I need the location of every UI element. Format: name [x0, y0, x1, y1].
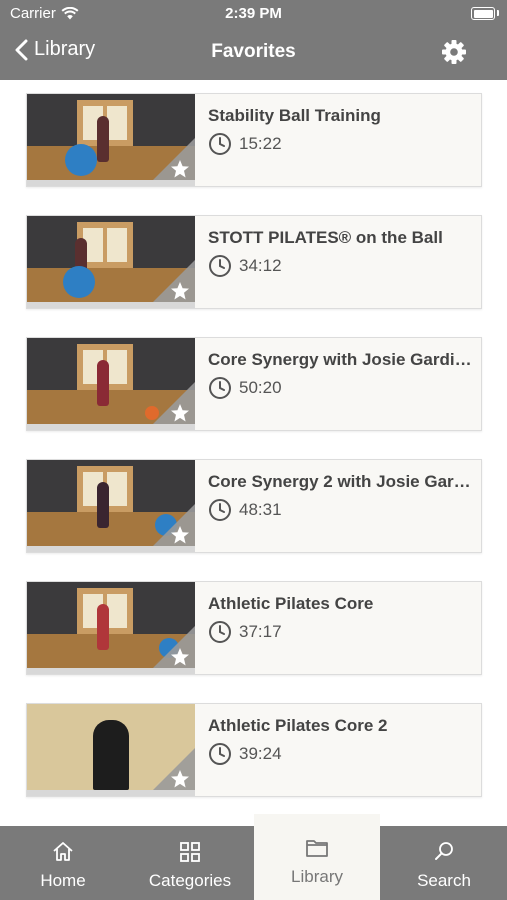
duration-label: 15:22	[239, 134, 282, 153]
video-title: Stability Ball Training	[208, 106, 381, 125]
star-icon[interactable]	[170, 525, 190, 545]
video-item[interactable]: Stability Ball Training 15:22	[26, 93, 482, 187]
duration-label: 34:12	[239, 256, 282, 275]
video-thumbnail	[27, 216, 195, 308]
tab-bar: Home Categories Library Search	[0, 814, 507, 900]
tab-label: Library	[291, 867, 343, 886]
duration-label: 39:24	[239, 744, 282, 763]
status-bar: Carrier 2:39 PM	[0, 0, 507, 26]
star-icon[interactable]	[170, 281, 190, 301]
video-duration: 34:12	[208, 254, 282, 278]
video-thumbnail	[27, 460, 195, 552]
tab-label: Search	[417, 871, 471, 890]
video-title: Core Synergy 2 with Josie Gardiner	[208, 472, 473, 491]
folder-icon	[306, 840, 328, 857]
video-title: STOTT PILATES® on the Ball	[208, 228, 443, 247]
video-title: Athletic Pilates Core	[208, 594, 374, 613]
navigation-bar: Library Favorites	[0, 26, 507, 80]
favorites-list: Stability Ball Training 15:22 STOTT PILA…	[0, 80, 507, 826]
clock-icon	[209, 377, 231, 399]
video-item[interactable]: Athletic Pilates Core 37:17	[26, 581, 482, 675]
video-thumbnail	[27, 582, 195, 674]
video-duration: 37:17	[208, 620, 282, 644]
video-item[interactable]: STOTT PILATES® on the Ball 34:12	[26, 215, 482, 309]
video-thumbnail	[27, 704, 195, 796]
video-item[interactable]: Core Synergy with Josie Gardiner 50:20	[26, 337, 482, 431]
clock-icon	[209, 621, 231, 643]
grid-icon	[180, 842, 200, 862]
tab-library[interactable]: Library	[254, 814, 380, 900]
home-icon	[53, 842, 73, 861]
duration-label: 37:17	[239, 622, 282, 641]
battery-tip	[497, 10, 499, 16]
duration-label: 50:20	[239, 378, 282, 397]
video-thumbnail	[27, 338, 195, 430]
tab-search[interactable]: Search	[381, 826, 507, 900]
status-time: 2:39 PM	[225, 5, 282, 22]
video-thumbnail	[27, 94, 195, 186]
clock-icon	[209, 133, 231, 155]
duration-label: 48:31	[239, 500, 282, 519]
page-title: Favorites	[211, 41, 296, 62]
video-duration: 39:24	[208, 742, 282, 766]
tab-label: Home	[40, 871, 86, 890]
gear-icon[interactable]	[441, 39, 467, 65]
star-icon[interactable]	[170, 769, 190, 789]
video-item[interactable]: Core Synergy 2 with Josie Gardiner 48:31	[26, 459, 482, 553]
clock-icon	[209, 255, 231, 277]
video-duration: 15:22	[208, 132, 282, 156]
tab-label: Categories	[148, 871, 232, 890]
clock-icon	[209, 499, 231, 521]
video-title: Athletic Pilates Core 2	[208, 716, 388, 735]
tab-categories[interactable]: Categories	[127, 826, 253, 900]
search-icon	[435, 842, 453, 860]
star-icon[interactable]	[170, 647, 190, 667]
star-icon[interactable]	[170, 159, 190, 179]
video-duration: 50:20	[208, 376, 282, 400]
video-title: Core Synergy with Josie Gardiner	[208, 350, 473, 369]
tab-home[interactable]: Home	[0, 826, 126, 900]
video-duration: 48:31	[208, 498, 282, 522]
star-icon[interactable]	[170, 403, 190, 423]
clock-icon	[209, 743, 231, 765]
battery-icon	[471, 7, 495, 20]
video-item[interactable]: Athletic Pilates Core 2 39:24	[26, 703, 482, 797]
